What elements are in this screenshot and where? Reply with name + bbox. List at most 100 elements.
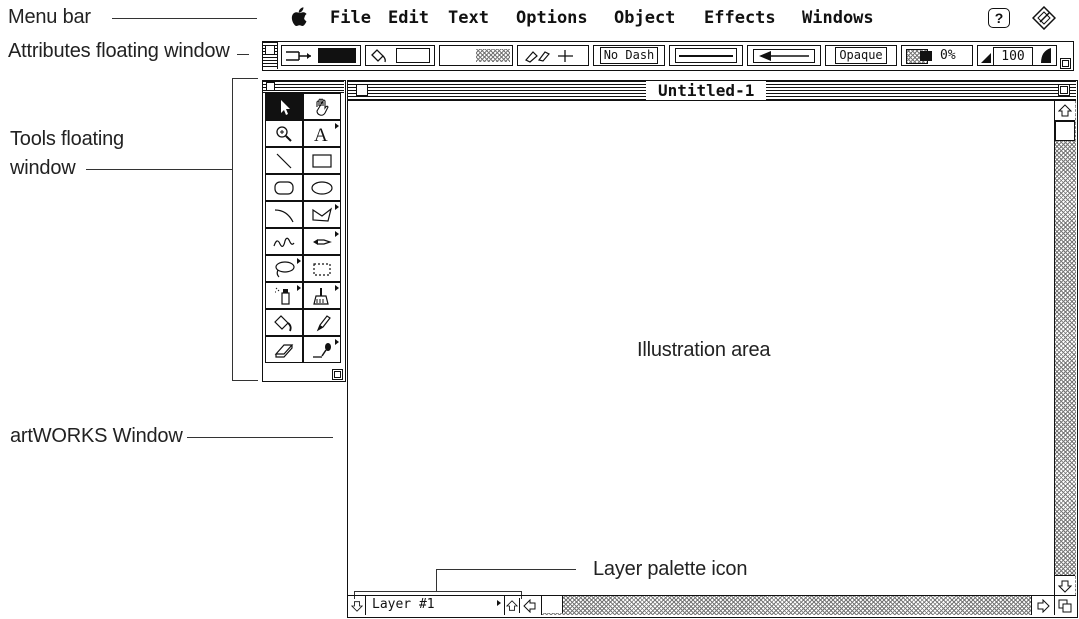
- fill-color-swatch[interactable]: [365, 45, 435, 66]
- apple-icon[interactable]: [290, 7, 308, 32]
- scroll-right-arrow-icon[interactable]: [1034, 598, 1052, 613]
- window-title: Untitled-1: [646, 81, 767, 100]
- menu-options[interactable]: Options: [516, 8, 588, 28]
- brush-tool-icon[interactable]: [303, 282, 341, 309]
- layer-palette-leader: [436, 569, 576, 570]
- stroke-color-swatch[interactable]: [281, 45, 361, 66]
- tools-window: A: [262, 80, 346, 382]
- size-box-icon[interactable]: [1054, 596, 1075, 615]
- tools-zoom-box-icon[interactable]: [332, 369, 343, 380]
- menu-bar-callout: Menu bar: [8, 6, 91, 28]
- zoom-corner-icon: [981, 53, 991, 63]
- paint-bucket-tool-icon[interactable]: [265, 309, 303, 336]
- stroke-color-fill: [318, 48, 356, 63]
- eyedropper-tool-icon[interactable]: [303, 336, 341, 363]
- illustration-area[interactable]: Illustration area Layer palette icon: [348, 101, 1054, 599]
- layer-palette-icon[interactable]: Layer #1: [365, 596, 505, 615]
- spray-tool-icon[interactable]: [265, 282, 303, 309]
- window-bottom-bar: Layer #1: [348, 595, 1076, 616]
- menu-object[interactable]: Object: [614, 8, 675, 28]
- arrow-tool-icon[interactable]: [265, 93, 303, 120]
- close-box-icon[interactable]: [265, 45, 275, 55]
- zoom-selector[interactable]: 100: [977, 45, 1057, 66]
- tools-window-bracket-top: [232, 78, 258, 79]
- attributes-drag-strip[interactable]: [263, 42, 278, 69]
- pen-style-selector[interactable]: [517, 45, 589, 66]
- svg-text:A: A: [314, 125, 328, 144]
- rectangle-tool-icon[interactable]: [303, 147, 341, 174]
- pen-nib-icon: [525, 49, 573, 63]
- artworks-window-callout: artWORKS Window: [10, 425, 183, 447]
- horizontal-scrollbar[interactable]: [541, 596, 1032, 615]
- opacity-label: Opaque: [835, 47, 887, 64]
- transparency-value: 0%: [940, 48, 956, 63]
- opacity-selector[interactable]: Opaque: [825, 45, 897, 66]
- attributes-window: No Dash Opaque 0% 100: [262, 41, 1074, 71]
- polygon-tool-icon[interactable]: [303, 201, 341, 228]
- vertical-scroll-thumb[interactable]: [1055, 121, 1075, 141]
- menu-edit[interactable]: Edit: [388, 8, 429, 28]
- arc-tool-icon[interactable]: [265, 201, 303, 228]
- transparency-selector[interactable]: 0%: [901, 45, 973, 66]
- window-zoom-box-icon[interactable]: [1058, 84, 1070, 96]
- lasso-tool-icon[interactable]: [265, 255, 303, 282]
- attributes-window-callout: Attributes floating window: [8, 40, 230, 62]
- arrowhead-selector[interactable]: [747, 45, 821, 66]
- tools-window-bracket: [232, 78, 233, 380]
- pattern-swatch: [476, 49, 510, 62]
- scroll-up-arrow-icon[interactable]: [1055, 101, 1075, 121]
- scroll-down-arrow-icon[interactable]: [1055, 575, 1075, 595]
- artworks-app-icon[interactable]: [1031, 5, 1057, 35]
- arrowhead-icon: [753, 48, 815, 63]
- tools-close-box-icon[interactable]: [266, 82, 275, 91]
- tools-window-leader: [86, 169, 232, 170]
- paint-bucket-icon: [371, 48, 386, 62]
- dash-style-selector[interactable]: No Dash: [593, 45, 665, 66]
- layer-palette-callout: Layer palette icon: [593, 558, 748, 580]
- tools-drag-strip[interactable]: [263, 81, 344, 93]
- hand-tool-icon[interactable]: [303, 93, 341, 120]
- transparency-solid-icon: [920, 51, 932, 61]
- layer-palette-bracket: [354, 591, 522, 592]
- layer-up-arrow-icon[interactable]: [505, 598, 520, 613]
- line-tool-icon[interactable]: [265, 147, 303, 174]
- layer-palette-leader-drop: [436, 569, 437, 591]
- fill-pattern-selector[interactable]: [439, 45, 513, 66]
- horizontal-scroll-thumb[interactable]: [542, 596, 563, 613]
- window-title-bar[interactable]: Untitled-1: [348, 81, 1076, 101]
- vertical-scrollbar[interactable]: [1054, 101, 1076, 595]
- tools-window-callout-line2: window: [10, 157, 76, 179]
- ellipse-tool-icon[interactable]: [303, 174, 341, 201]
- zoom-value: 100: [993, 47, 1033, 66]
- line-width-selector[interactable]: [669, 45, 743, 66]
- help-icon[interactable]: ?: [988, 8, 1010, 28]
- menu-bar-leader: [112, 18, 257, 19]
- artworks-window-leader: [187, 437, 333, 438]
- menu-text[interactable]: Text: [448, 8, 489, 28]
- tools-window-bracket-bottom: [232, 380, 258, 381]
- menu-effects[interactable]: Effects: [704, 8, 776, 28]
- layer-down-arrow-icon[interactable]: [350, 598, 364, 613]
- attributes-zoom-box-icon[interactable]: [1060, 58, 1071, 69]
- zoom-tool-icon[interactable]: [265, 120, 303, 147]
- marquee-tool-icon[interactable]: [303, 255, 341, 282]
- text-tool-icon[interactable]: A: [303, 120, 341, 147]
- artworks-window: Untitled-1 Illustration area Layer palet…: [347, 80, 1078, 618]
- freehand-tool-icon[interactable]: [265, 228, 303, 255]
- help-label: ?: [994, 10, 1004, 26]
- eraser-tool-icon[interactable]: [265, 336, 303, 363]
- pen-tool-icon[interactable]: [303, 228, 341, 255]
- menu-windows[interactable]: Windows: [802, 8, 874, 28]
- dash-label: No Dash: [599, 47, 659, 64]
- layer-name: Layer #1: [372, 597, 435, 612]
- pencil-tool-icon[interactable]: [303, 309, 341, 336]
- rounded-rect-tool-icon[interactable]: [265, 174, 303, 201]
- line-width-preview: [675, 48, 737, 63]
- tools-window-callout-line1: Tools floating: [10, 128, 124, 150]
- zoom-slider-icon: [1041, 48, 1051, 63]
- menu-file[interactable]: File: [330, 8, 371, 28]
- attributes-window-leader: [237, 54, 249, 55]
- window-close-box-icon[interactable]: [356, 84, 368, 96]
- scroll-left-arrow-icon[interactable]: [521, 598, 539, 613]
- stroke-icon: [286, 50, 311, 61]
